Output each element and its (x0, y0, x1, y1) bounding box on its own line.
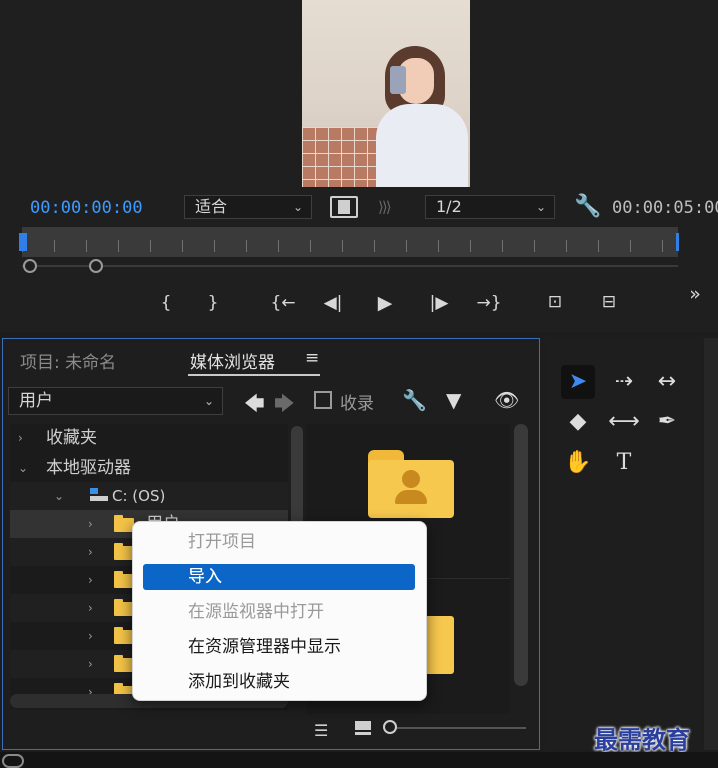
mark-out-button[interactable]: } (200, 291, 226, 315)
razor-icon[interactable]: ◆ (561, 405, 595, 439)
creative-cloud-icon[interactable] (2, 754, 24, 768)
folder-icon[interactable] (424, 616, 454, 674)
chevron-down-icon: ⌄ (535, 200, 546, 214)
filmstrip-icon[interactable] (330, 196, 358, 218)
tab-project[interactable]: 项目: 未命名 (20, 348, 116, 373)
user-folder-thumbnail[interactable] (368, 450, 454, 518)
pen-icon[interactable]: ✒ (650, 405, 684, 439)
eye-icon[interactable]: 👁 (494, 388, 519, 412)
arrow-right-icon[interactable]: 🡆 (274, 389, 295, 423)
menu-item-open-project[interactable]: 打开项目 (188, 530, 256, 554)
go-to-in-button[interactable]: {← (270, 291, 296, 315)
chevron-right-icon[interactable]: › (88, 510, 93, 538)
chevron-down-icon[interactable]: ⌄ (54, 482, 64, 510)
hand-icon[interactable]: ✋ (561, 446, 595, 480)
mark-in-button[interactable]: { (153, 291, 179, 315)
tree-item-drive-c[interactable]: ⌄ C: (OS) (10, 482, 288, 510)
chevron-right-icon[interactable]: › (88, 566, 93, 594)
adjacent-panel-edge (704, 338, 718, 750)
zoom-handle-right[interactable] (89, 259, 103, 273)
context-menu: 打开项目 导入 在源监视器中打开 在资源管理器中显示 添加到收藏夹 (132, 521, 427, 701)
user-icon-body (395, 490, 427, 504)
type-icon[interactable]: T (607, 446, 641, 480)
more-controls-button[interactable]: » (682, 282, 708, 306)
fit-dropdown-value: 适合 (195, 197, 228, 216)
video-tile-wall (302, 127, 382, 187)
play-button[interactable]: ▶ (372, 291, 398, 315)
zoom-scrollbar[interactable] (22, 265, 678, 267)
chevron-down-icon[interactable]: ⌄ (18, 454, 28, 482)
time-ruler-ticks (22, 240, 678, 252)
folder-icon (114, 515, 134, 532)
tab-media-browser[interactable]: 媒体浏览器 (190, 348, 275, 373)
ingest-label[interactable]: 收录 (340, 389, 374, 414)
zoom-handle-left[interactable] (23, 259, 37, 273)
folder-icon (114, 627, 134, 644)
step-back-button[interactable]: ◀| (320, 291, 346, 315)
out-point-marker (676, 233, 679, 251)
status-bar (0, 752, 718, 768)
list-view-icon[interactable]: ☰ (314, 721, 328, 740)
wrench-icon[interactable]: 🔧 (574, 194, 601, 219)
video-subject-body (376, 104, 468, 187)
timecode-current[interactable]: 00:00:00:00 (30, 198, 143, 218)
icon-view-icon[interactable] (355, 721, 371, 735)
slip-icon[interactable]: ⟷ (607, 405, 641, 439)
fit-dropdown[interactable]: 适合 ⌄ (184, 195, 312, 219)
track-select-icon[interactable]: ⇢ (607, 365, 641, 399)
chevron-down-icon: ⌄ (203, 394, 214, 408)
user-icon-head (402, 470, 420, 488)
tree-item-favorites[interactable]: › 收藏夹 (10, 424, 288, 452)
ripple-edit-icon[interactable]: ↔ (650, 365, 684, 399)
menu-item-highlight (143, 564, 415, 590)
align-icon[interactable]: ⟩⟩⟩ (378, 198, 391, 216)
chevron-right-icon[interactable]: › (18, 424, 23, 452)
selection-tool-icon[interactable]: ➤ (561, 365, 595, 399)
resolution-dropdown-value: 1/2 (436, 197, 462, 216)
menu-item-open-in-source-monitor[interactable]: 在源监视器中打开 (188, 600, 324, 624)
thumbnail-zoom-knob[interactable] (383, 720, 397, 734)
menu-item-add-to-favorites[interactable]: 添加到收藏夹 (188, 670, 290, 694)
ingest-checkbox[interactable] (314, 391, 332, 409)
wrench-icon[interactable]: 🔧 (402, 388, 427, 412)
chevron-right-icon[interactable]: › (88, 538, 93, 566)
tools-panel (546, 338, 702, 750)
video-preview[interactable] (302, 0, 470, 187)
menu-item-reveal-in-explorer[interactable]: 在资源管理器中显示 (188, 635, 341, 659)
content-scrollbar[interactable] (514, 424, 528, 686)
go-to-out-button[interactable]: →} (476, 291, 502, 315)
menu-item-import[interactable]: 导入 (188, 565, 222, 589)
location-dropdown[interactable]: 用户 ⌄ (8, 387, 223, 415)
folder-icon (114, 655, 134, 672)
arrow-left-icon[interactable]: 🡄 (244, 389, 265, 423)
timecode-duration: 00:00:05:00 (612, 198, 718, 218)
tree-item-local-drives[interactable]: ⌄ 本地驱动器 (10, 454, 288, 482)
chevron-right-icon[interactable]: › (88, 594, 93, 622)
folder-icon (114, 543, 134, 560)
overwrite-button[interactable]: ⊟ (594, 290, 624, 314)
chevron-right-icon[interactable]: › (88, 622, 93, 650)
panel-menu-icon[interactable]: ≡ (305, 348, 319, 368)
filter-icon[interactable]: ▼ (446, 388, 461, 412)
active-tab-underline (188, 374, 320, 376)
thumbnail-zoom-slider[interactable] (392, 727, 526, 729)
chevron-right-icon[interactable]: › (88, 650, 93, 678)
location-dropdown-value: 用户 (19, 391, 53, 411)
step-forward-button[interactable]: |▶ (426, 291, 452, 315)
folder-icon (114, 599, 134, 616)
chevron-down-icon: ⌄ (292, 200, 303, 214)
drive-icon (90, 488, 108, 502)
video-subject-phone (390, 66, 406, 94)
watermark: 最需教育 (594, 726, 690, 754)
playhead[interactable] (19, 233, 27, 251)
resolution-dropdown[interactable]: 1/2 ⌄ (425, 195, 555, 219)
insert-button[interactable]: ⊡ (540, 290, 570, 314)
folder-icon (114, 571, 134, 588)
folder-icon-body (368, 460, 454, 518)
